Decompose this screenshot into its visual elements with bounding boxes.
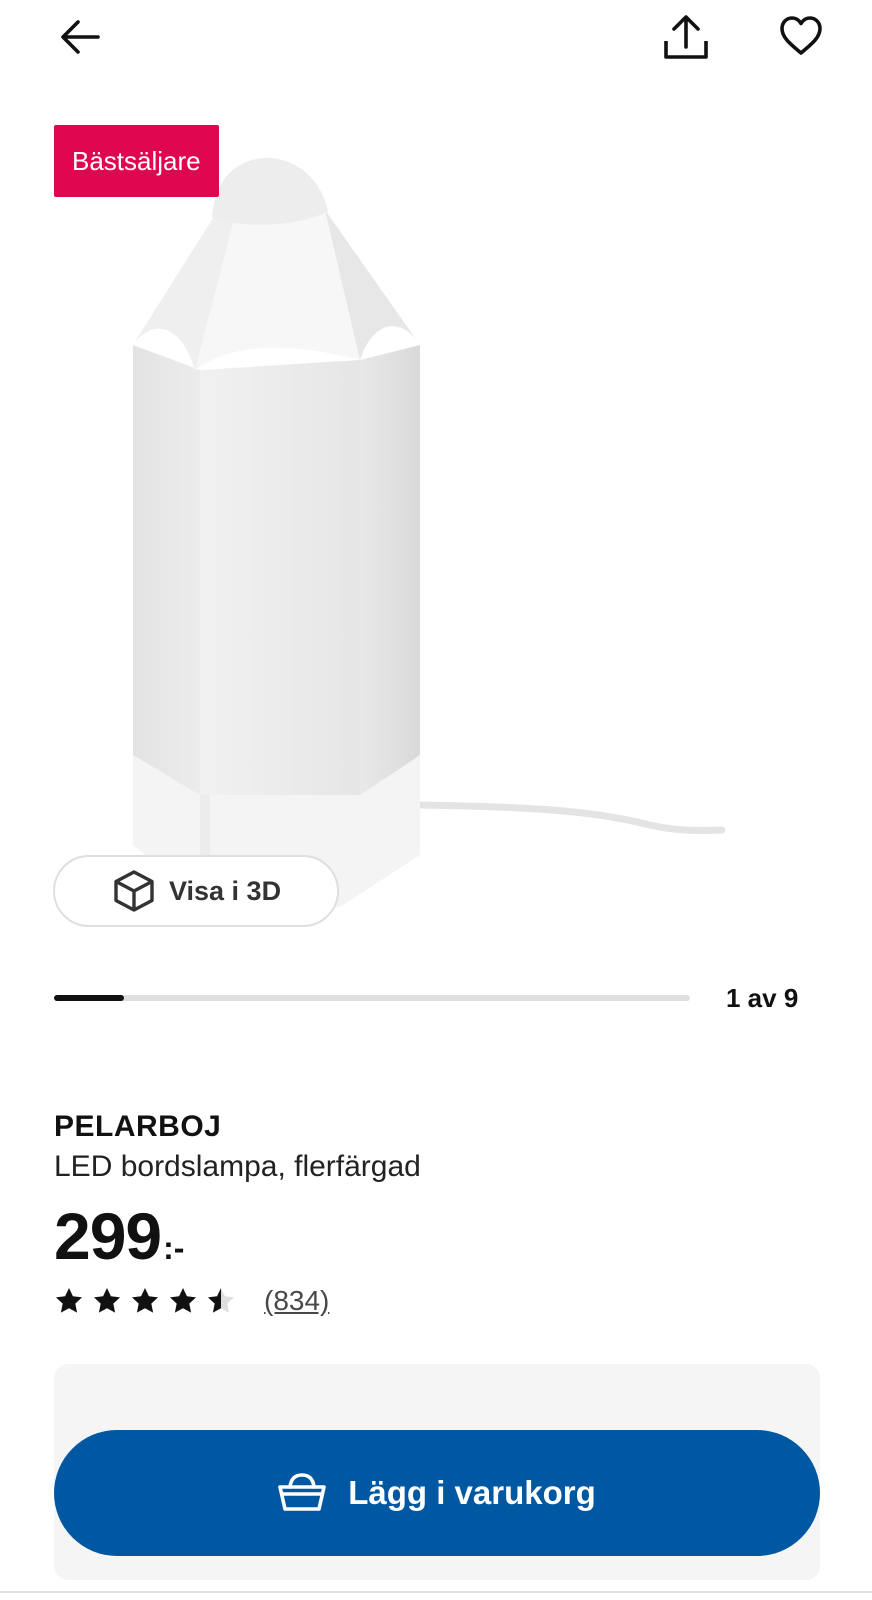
gallery-progress-fill [54, 995, 124, 1001]
add-to-cart-label: Lägg i varukorg [348, 1474, 596, 1511]
product-name: PELARBOJ [54, 1110, 222, 1143]
price-suffix: :- [163, 1230, 185, 1266]
share-icon [661, 13, 711, 68]
product-page: Bästsäljare Visa i 3D 1 av 9 PELARBOJ LE… [0, 0, 872, 1600]
view-3d-label: Visa i 3D [169, 875, 282, 906]
back-button[interactable] [50, 9, 110, 69]
review-count-link[interactable]: (834) [264, 1285, 329, 1317]
bestseller-badge: Bästsäljare [54, 125, 219, 197]
product-price: 299 :- [54, 1198, 184, 1274]
star-icon [92, 1285, 130, 1317]
star-icon [168, 1285, 206, 1317]
cube-icon [113, 869, 155, 913]
price-integer: 299 [54, 1199, 162, 1273]
star-icon [206, 1285, 244, 1317]
rating-stars [54, 1285, 244, 1317]
product-image[interactable] [130, 155, 730, 920]
view-3d-button[interactable]: Visa i 3D [53, 855, 339, 927]
rating[interactable]: (834) [54, 1285, 329, 1317]
basket-icon [278, 1473, 327, 1513]
add-to-cart-button[interactable]: Lägg i varukorg [54, 1430, 820, 1556]
share-button[interactable] [656, 10, 716, 70]
top-bar [0, 0, 872, 80]
heart-icon [779, 15, 823, 62]
product-description: LED bordslampa, flerfärgad [54, 1150, 421, 1183]
gallery-progress-track[interactable] [54, 995, 690, 1001]
image-counter: 1 av 9 [726, 983, 799, 1013]
star-icon [130, 1285, 168, 1317]
arrow-left-icon [58, 15, 102, 64]
bottom-divider [0, 1591, 872, 1593]
wishlist-button[interactable] [771, 8, 831, 68]
star-icon [54, 1285, 92, 1317]
